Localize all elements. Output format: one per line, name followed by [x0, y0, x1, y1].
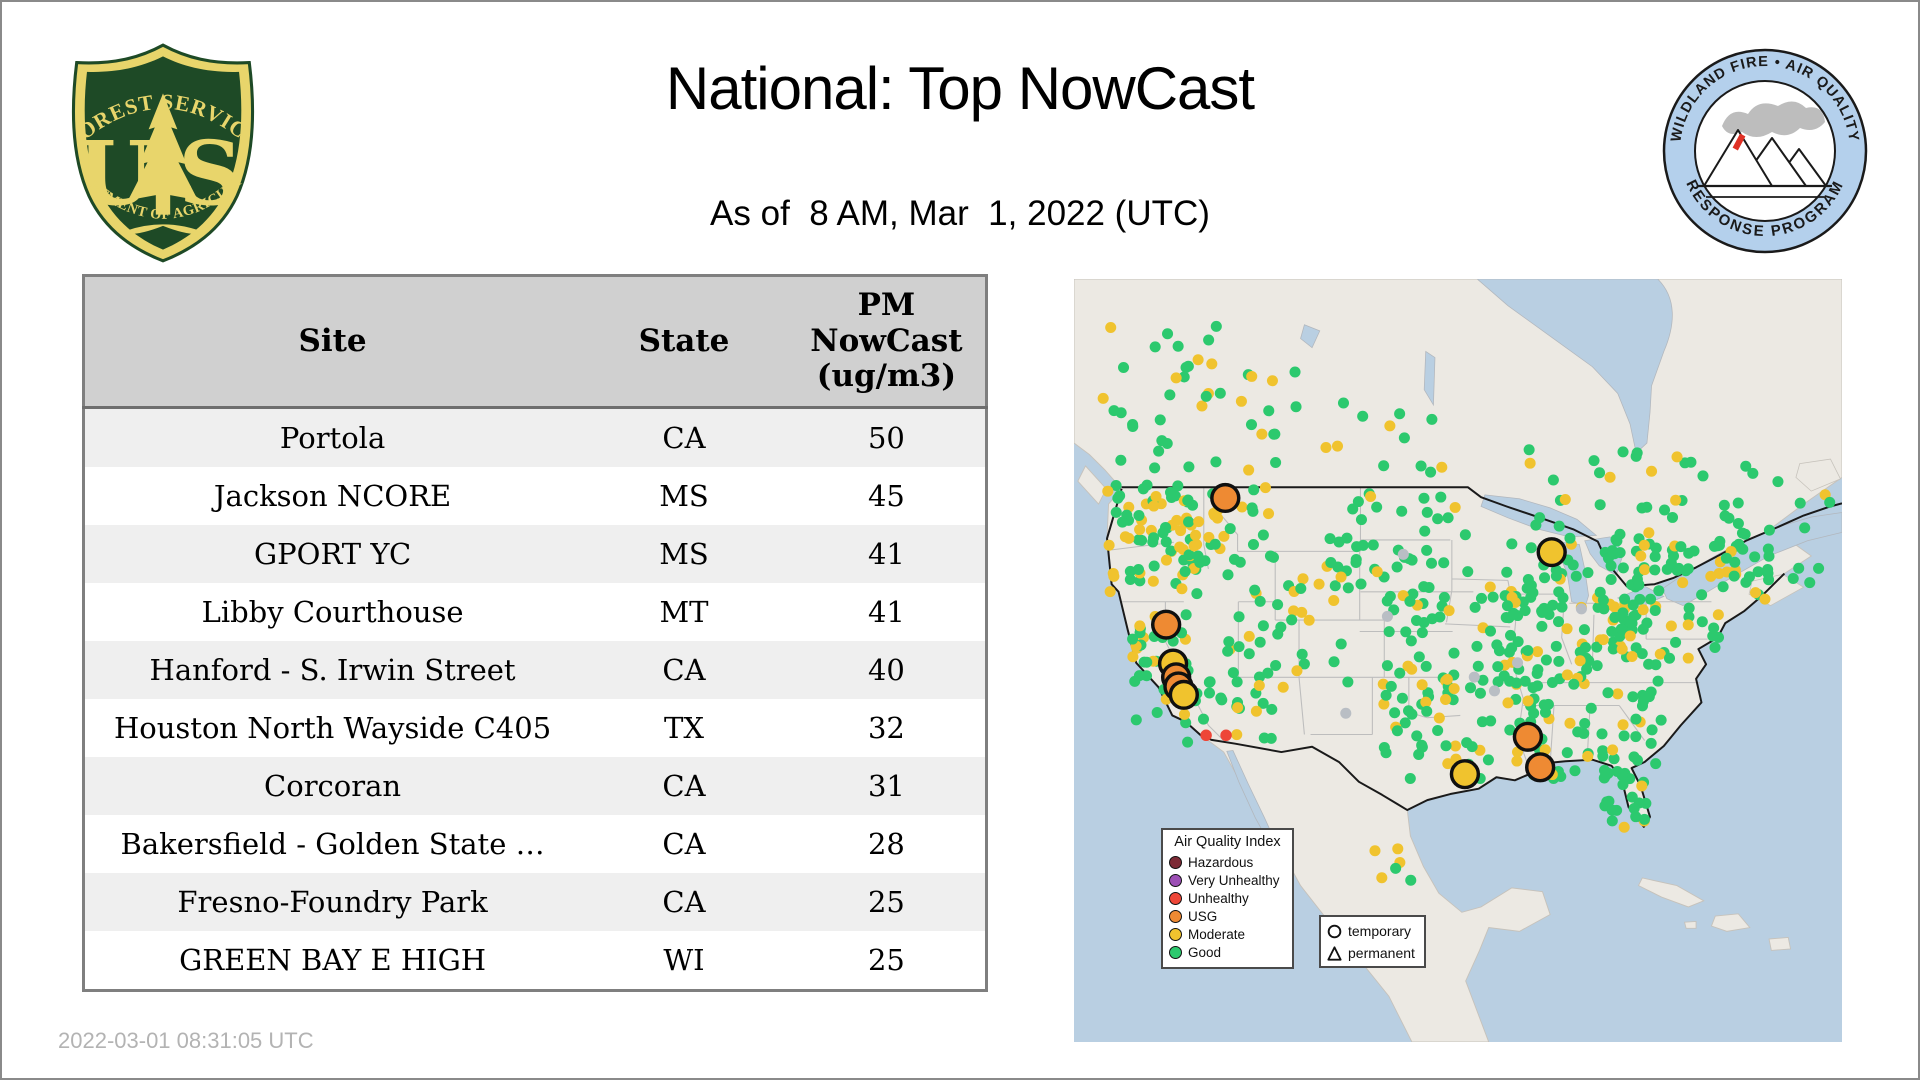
value-cell: 50 [867, 421, 905, 455]
legend-item: temporary [1326, 920, 1419, 942]
legend-item: Hazardous [1169, 853, 1286, 871]
table-row: Libby Courthouse MT 41 [83, 583, 987, 641]
site-cell: GREEN BAY E HIGH [179, 943, 487, 977]
value-cell: 28 [867, 827, 905, 861]
value-cell: 25 [867, 943, 905, 977]
state-cell: CA [662, 827, 706, 861]
very-unhealthy-swatch-icon [1169, 873, 1182, 887]
legend-label: USG [1188, 908, 1218, 924]
table-row: Fresno-Foundry Park CA 25 [83, 873, 987, 931]
aqi-map: Air Quality Index Hazardous Very Unhealt… [1074, 279, 1842, 1042]
column-header-site: Site [83, 275, 581, 409]
site-cell: Bakersfield - Golden State … [120, 827, 545, 861]
value-cell: 31 [867, 769, 905, 803]
table-row: Portola CA 50 [83, 407, 987, 467]
table-row: Houston North Wayside C405 TX 32 [83, 699, 987, 757]
legend-label: Very Unhealthy [1188, 872, 1280, 888]
legend-label: Good [1188, 944, 1222, 960]
site-cell: Portola [279, 421, 386, 455]
column-header-state: State [580, 275, 788, 409]
table-row: GPORT YC MS 41 [83, 525, 987, 583]
value-cell: 40 [867, 653, 905, 687]
dashboard-slide: FOREST SERVICE U S DEPARTMENT OF AGRICUL… [0, 0, 1920, 1080]
value-cell: 45 [867, 479, 905, 513]
table-row: Bakersfield - Golden State … CA 28 [83, 815, 987, 873]
legend-item: USG [1169, 907, 1286, 925]
top-site-marker [1525, 752, 1556, 783]
legend-label: Moderate [1188, 926, 1246, 942]
site-cell: GPORT YC [253, 537, 412, 571]
state-cell: CA [662, 421, 706, 455]
generated-timestamp: 2022-03-01 08:31:05 UTC [58, 1028, 314, 1053]
legend-item: Very Unhealthy [1169, 871, 1286, 889]
site-cell: Corcoran [264, 769, 402, 803]
page-subtitle: As of 8 AM, Mar 1, 2022 (UTC) [710, 194, 1210, 233]
state-cell: CA [662, 885, 706, 919]
legend-item: Good [1169, 943, 1286, 961]
wfaqrp-logo: WILDLAND FIRE • AIR QUALITY RESPONSE PRO… [1662, 48, 1868, 254]
good-swatch-icon [1169, 945, 1182, 959]
top-nowcast-table: Site State PM NowCast (ug/m3) Portola CA 5… [82, 274, 988, 992]
value-cell: 32 [867, 711, 905, 745]
site-cell: Libby Courthouse [201, 595, 464, 629]
state-cell: MS [659, 479, 709, 513]
aqi-legend-title: Air Quality Index [1174, 834, 1281, 850]
state-cell: CA [662, 769, 706, 803]
value-cell: 41 [867, 595, 905, 629]
temporary-circle-icon [1327, 924, 1342, 938]
table-row: Hanford - S. Irwin Street CA 40 [83, 641, 987, 699]
top-site-marker [1512, 721, 1544, 752]
state-cell: WI [663, 943, 705, 977]
permanent-triangle-icon [1327, 945, 1342, 961]
top-site-marker [1449, 759, 1481, 790]
value-cell: 25 [867, 885, 905, 919]
legend-label: temporary [1348, 923, 1412, 939]
page-title: National: Top NowCast [665, 55, 1255, 122]
column-header-pm-nowcast: PM NowCast (ug/m3) [787, 275, 987, 409]
top-site-marker [1210, 482, 1241, 514]
top-site-marker [1536, 537, 1567, 568]
state-cell: MS [659, 537, 709, 571]
hazardous-swatch-icon [1169, 855, 1182, 869]
site-type-legend: temporary permanent [1319, 915, 1426, 968]
top-site-marker [1168, 679, 1199, 710]
legend-item: Unhealthy [1169, 889, 1286, 907]
legend-label: Hazardous [1188, 854, 1254, 870]
value-cell: 41 [867, 537, 905, 571]
legend-item: permanent [1326, 942, 1419, 964]
legend-label: Unhealthy [1188, 890, 1249, 906]
state-cell: CA [662, 653, 706, 687]
site-cell: Fresno-Foundry Park [177, 885, 488, 919]
top-site-marker [1150, 609, 1182, 640]
moderate-swatch-icon [1169, 927, 1182, 941]
table-row: GREEN BAY E HIGH WI 25 [83, 931, 987, 991]
state-cell: MT [659, 595, 709, 629]
legend-label: permanent [1348, 945, 1415, 961]
usg-swatch-icon [1169, 909, 1182, 923]
table-header-row: Site State PM NowCast (ug/m3) [83, 275, 987, 409]
aqi-legend: Air Quality Index Hazardous Very Unhealt… [1161, 828, 1294, 969]
site-cell: Houston North Wayside C405 [113, 711, 552, 745]
site-cell: Jackson NCORE [213, 479, 452, 513]
unhealthy-swatch-icon [1169, 891, 1182, 905]
table-row: Corcoran CA 31 [83, 757, 987, 815]
state-cell: TX [663, 711, 704, 745]
site-cell: Hanford - S. Irwin Street [149, 653, 516, 687]
table-row: Jackson NCORE MS 45 [83, 467, 987, 525]
legend-item: Moderate [1169, 925, 1286, 943]
